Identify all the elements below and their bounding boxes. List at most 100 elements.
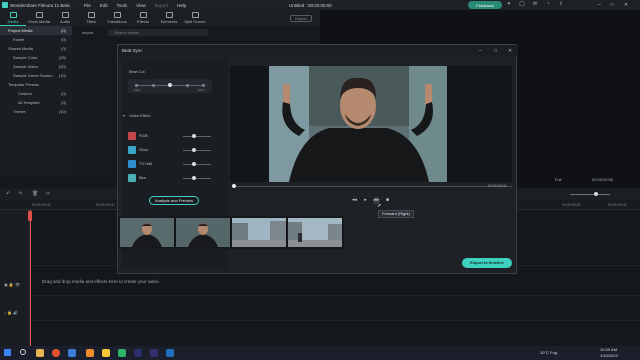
media-item-sample-color[interactable]: Sample Color (25) — [0, 53, 72, 62]
clip-frame[interactable] — [232, 218, 287, 247]
start-icon[interactable] — [4, 349, 11, 356]
delete-icon[interactable]: 🗑 — [32, 191, 38, 197]
import-button[interactable]: Import — [82, 29, 93, 36]
clip-frame[interactable] — [120, 218, 175, 247]
effect-slider-knob[interactable] — [192, 176, 196, 180]
clip-frame[interactable] — [176, 218, 231, 247]
menu-export[interactable]: Export — [155, 3, 168, 8]
video-effect-label: Video Effect — [129, 113, 151, 118]
minimize-icon[interactable]: – — [598, 0, 601, 10]
photoshop-icon[interactable] — [166, 349, 174, 357]
zoom-knob[interactable] — [594, 192, 598, 196]
effect-row-blur[interactable]: Blur — [128, 174, 212, 182]
media-item-folder[interactable]: Folder (0) — [0, 35, 72, 44]
effect-slider-knob[interactable] — [192, 134, 196, 138]
export-button[interactable]: Export — [290, 15, 312, 22]
dialog-maximize-icon[interactable]: □ — [494, 45, 497, 57]
media-item-template-presets[interactable]: Template Presets — [0, 80, 72, 89]
effect-slider-knob[interactable] — [192, 148, 196, 152]
file-explorer-icon[interactable] — [36, 349, 44, 357]
analysis-and-preview-button[interactable]: Analysis and Preview — [149, 196, 199, 205]
vlc-icon[interactable] — [86, 349, 94, 357]
beat-cut-slider[interactable]: Fast Slow — [128, 79, 212, 93]
clip-frame[interactable] — [288, 218, 343, 247]
clock-time[interactable]: 10:39 AM — [600, 347, 617, 352]
media-item-sample-video[interactable]: Sample Video (20) — [0, 62, 72, 71]
media-item-sample-green-screen[interactable]: Sample Green Screen (10) — [0, 71, 72, 80]
effect-slider[interactable] — [183, 136, 211, 137]
menu-tools[interactable]: Tools — [117, 3, 128, 8]
media-item-all-template[interactable]: All Template (0) — [0, 98, 72, 107]
clock-date[interactable]: 1/15/2022 — [600, 353, 618, 358]
mail-icon[interactable]: ✉ — [532, 1, 538, 8]
effect-slider[interactable] — [183, 178, 211, 179]
blur-effect-icon — [128, 174, 136, 182]
tab-stock-media[interactable]: Stock Media — [26, 10, 52, 26]
effect-row-tv-hall[interactable]: TV Hall — [128, 160, 212, 168]
glow-effect-icon — [128, 146, 136, 154]
effect-row-glow[interactable]: Glow — [128, 146, 212, 154]
effect-slider[interactable] — [183, 164, 211, 165]
app-icon[interactable] — [102, 349, 110, 357]
maximize-icon[interactable]: □ — [611, 0, 614, 10]
playhead[interactable] — [30, 210, 31, 350]
titlebar-icons: ✦ ◯ ✉ ◔ ⇩ — [506, 1, 564, 8]
filmora-taskbar-icon[interactable] — [118, 349, 126, 357]
menu-help[interactable]: Help — [177, 3, 186, 8]
tab-elements[interactable]: Elements — [156, 10, 182, 26]
media-item-custom[interactable]: Custom (0) — [0, 89, 72, 98]
tab-transitions[interactable]: Transitions — [104, 10, 130, 26]
export-to-timeline-button[interactable]: Export to timeline — [462, 258, 512, 268]
progress-knob[interactable] — [232, 184, 236, 188]
effect-row-rgb[interactable]: RGB — [128, 132, 212, 140]
menu-file[interactable]: File — [84, 3, 91, 8]
stop-icon[interactable]: ■ — [384, 197, 391, 204]
previous-frame-icon[interactable]: ◂◂ — [351, 197, 358, 204]
dialog-close-icon[interactable]: ✕ — [508, 45, 512, 57]
effect-slider-knob[interactable] — [192, 162, 196, 166]
redo-icon[interactable]: ↷ — [18, 191, 22, 197]
weather-widget[interactable]: 10°C Fog — [540, 350, 557, 355]
store-icon[interactable] — [68, 349, 76, 357]
media-item-label: Sample Green Screen — [13, 73, 53, 78]
download-icon[interactable]: ⇩ — [558, 1, 564, 8]
tab-effects[interactable]: Effects — [130, 10, 156, 26]
quality-select[interactable]: Full — [555, 177, 561, 182]
premiere-icon[interactable] — [134, 349, 142, 357]
close-icon[interactable]: ✕ — [624, 0, 628, 10]
playback-progress[interactable] — [234, 186, 512, 187]
media-item-theme[interactable]: Theme (10) — [0, 107, 72, 116]
media-item-label: All Template — [18, 100, 40, 105]
undo-icon[interactable]: ↶ — [6, 191, 10, 197]
feedback-button[interactable]: Feedback — [468, 1, 502, 9]
tab-split-screen[interactable]: Split Screen — [182, 10, 208, 26]
menu-edit[interactable]: Edit — [100, 3, 108, 8]
media-item-shared-media[interactable]: Shared Media (0) — [0, 44, 72, 53]
play-icon[interactable]: ▸ — [362, 197, 369, 204]
search-input[interactable]: Search media — [108, 29, 208, 36]
chrome-icon[interactable] — [52, 349, 60, 357]
account-icon[interactable]: ◯ — [519, 1, 525, 8]
zoom-slider[interactable] — [570, 194, 610, 195]
tab-titles[interactable]: Titles — [78, 10, 104, 26]
media-icon — [9, 11, 17, 18]
cut-icon[interactable]: ✂ — [46, 191, 50, 197]
tab-media[interactable]: Media — [0, 10, 26, 26]
collapse-arrow-icon[interactable]: ▾ — [123, 113, 125, 118]
headset-icon[interactable]: ◔ — [545, 1, 551, 8]
ruler-label: 00:00:25:00 — [562, 203, 581, 207]
lightbulb-icon[interactable]: ✦ — [506, 1, 512, 8]
search-icon[interactable] — [20, 349, 26, 355]
media-item-label: Shared Media — [8, 46, 33, 51]
clip-thumbnail — [120, 218, 174, 247]
menu-view[interactable]: View — [136, 3, 146, 8]
playhead-handle[interactable] — [28, 211, 32, 221]
slider-knob[interactable] — [168, 83, 172, 87]
dialog-minimize-icon[interactable]: – — [479, 45, 482, 57]
media-item-project-media[interactable]: Project Media (0) — [0, 26, 72, 35]
effect-slider[interactable] — [183, 150, 211, 151]
document-title: Untitled : 00:00:00:00 — [289, 2, 332, 8]
forward-tooltip: Forward (Right) — [378, 210, 414, 218]
after-effects-icon[interactable] — [150, 349, 158, 357]
tab-audio[interactable]: Audio — [52, 10, 78, 26]
